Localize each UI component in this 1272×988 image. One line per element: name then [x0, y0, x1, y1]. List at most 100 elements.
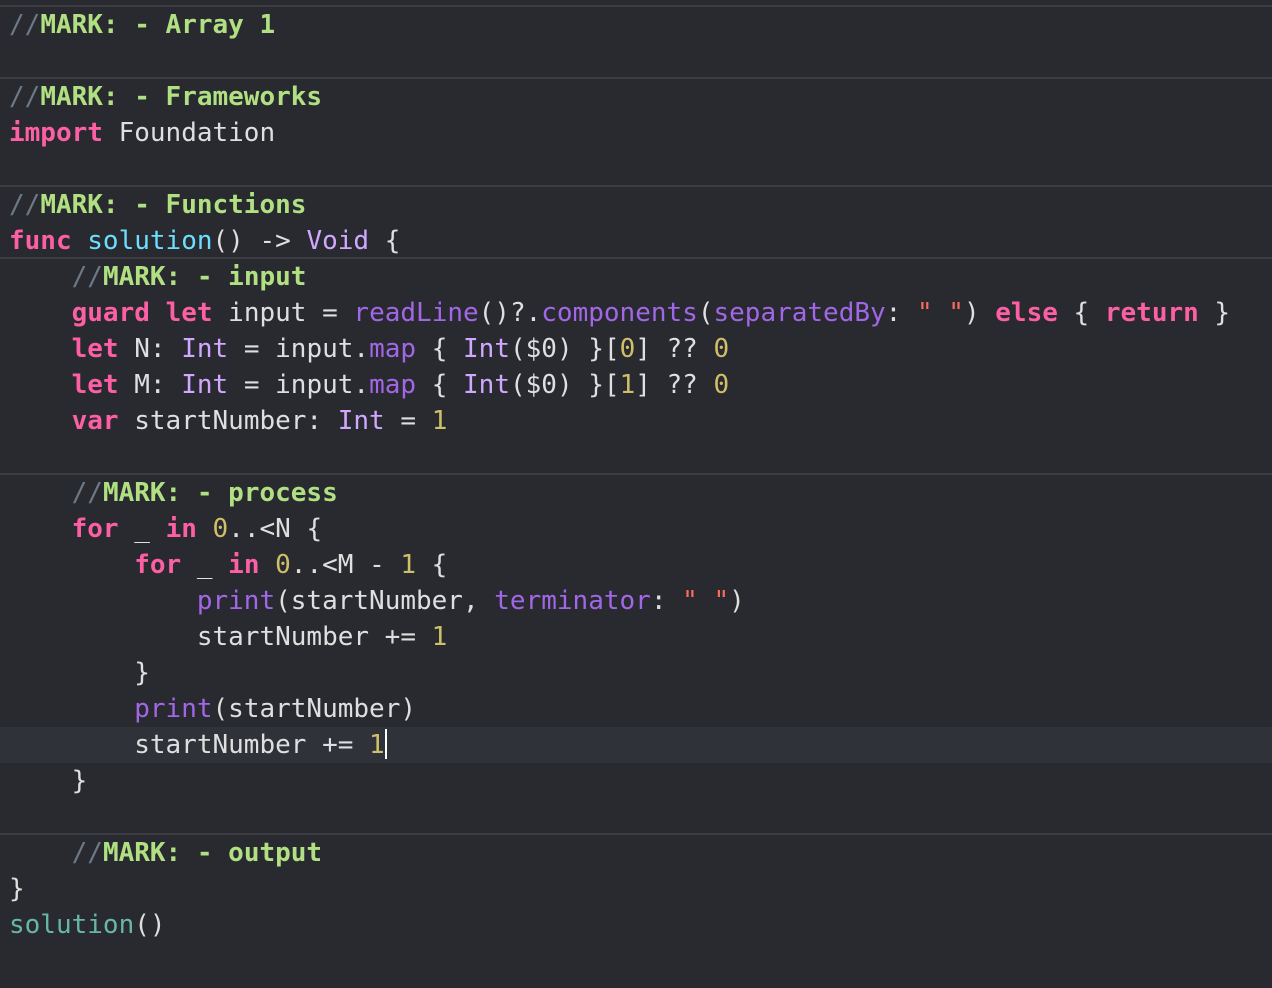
- code-line[interactable]: [0, 43, 1272, 79]
- code-line[interactable]: guard let input = readLine()?.components…: [0, 295, 1272, 331]
- code-editor[interactable]: //MARK: - Array 1//MARK: - Frameworks imp…: [0, 0, 1272, 988]
- code-token-number: 0: [713, 370, 730, 400]
- code-line[interactable]: for _ in 0..<M - 1 {: [0, 547, 1272, 583]
- code-token-type: Int: [181, 334, 229, 364]
- code-line[interactable]: }: [0, 871, 1272, 907]
- code-token-keyword: else: [995, 298, 1058, 328]
- code-token-plain: }: [9, 766, 88, 796]
- code-token-type: Int: [337, 406, 385, 436]
- code-line[interactable]: import Foundation: [0, 115, 1272, 151]
- code-line[interactable]: //MARK: - Array 1: [0, 7, 1272, 43]
- code-token-plain: () ->: [212, 226, 307, 256]
- code-token-mark-green: MARK: - output: [102, 838, 323, 868]
- code-token-function: terminator: [494, 586, 651, 616]
- code-line[interactable]: //MARK: - input: [0, 259, 1272, 295]
- code-token-number: 1: [369, 730, 385, 760]
- code-line[interactable]: [0, 799, 1272, 835]
- code-line-current[interactable]: startNumber += 1: [0, 727, 1272, 763]
- code-token-plain: startNumber +=: [9, 730, 370, 760]
- code-line[interactable]: solution(): [0, 907, 1272, 943]
- code-token-plain: ($0) }[: [509, 370, 620, 400]
- code-token-number: 1: [431, 622, 448, 652]
- code-token-plain: =: [384, 406, 432, 436]
- code-token-number: 1: [431, 406, 448, 436]
- code-token-number: 0: [619, 334, 636, 364]
- code-token-keyword: let: [71, 334, 119, 364]
- code-token-keyword: import: [9, 118, 103, 148]
- code-token-keyword: let: [165, 298, 213, 328]
- code-token-plain: (): [134, 910, 166, 940]
- code-token-plain: }: [9, 658, 150, 688]
- code-token-function: separatedBy: [713, 298, 886, 328]
- code-line[interactable]: let M: Int = input.map { Int($0) }[1] ??…: [0, 367, 1272, 403]
- code-line[interactable]: [0, 151, 1272, 187]
- code-token-plain: N:: [118, 334, 182, 364]
- code-token-plain: _: [118, 514, 166, 544]
- code-line[interactable]: [0, 439, 1272, 475]
- code-line[interactable]: print(startNumber): [0, 691, 1272, 727]
- code-token-string: " ": [682, 586, 730, 616]
- code-token-function: print: [196, 586, 276, 616]
- code-token-comment: //: [71, 262, 103, 292]
- code-token-keyword: func: [9, 226, 72, 256]
- code-token-keyword: in: [228, 550, 260, 580]
- code-line[interactable]: let N: Int = input.map { Int($0) }[0] ??…: [0, 331, 1272, 367]
- code-line[interactable]: //MARK: - process: [0, 475, 1272, 511]
- code-line[interactable]: }: [0, 655, 1272, 691]
- code-token-mark-green: MARK: - Frameworks: [40, 82, 323, 112]
- code-token-plain: (: [697, 298, 714, 328]
- code-token-plain: M:: [118, 370, 182, 400]
- code-token-comment: //: [71, 838, 103, 868]
- code-line[interactable]: }: [0, 763, 1272, 799]
- code-line[interactable]: //MARK: - Functions: [0, 187, 1272, 223]
- code-token-keyword: in: [165, 514, 197, 544]
- code-token-plain: ..<N {: [228, 514, 323, 544]
- code-token-plain: startNumber:: [118, 406, 338, 436]
- code-token-function: map: [369, 334, 417, 364]
- code-token-plain: {: [369, 226, 401, 256]
- code-line[interactable]: func solution() -> Void {: [0, 223, 1272, 259]
- code-token-keyword: return: [1104, 298, 1199, 328]
- text-cursor: [384, 728, 387, 759]
- code-token-type: Void: [306, 226, 370, 256]
- code-token-type: Int: [463, 370, 510, 400]
- code-token-plain: :: [885, 298, 917, 328]
- code-token-type: Int: [463, 334, 510, 364]
- code-line[interactable]: for _ in 0..<N {: [0, 511, 1272, 547]
- code-token-plain: }: [1198, 298, 1231, 328]
- code-token-function: readLine: [353, 298, 479, 328]
- code-token-number: 0: [713, 334, 730, 364]
- code-token-plain: _: [181, 550, 229, 580]
- code-line[interactable]: //MARK: - Frameworks: [0, 79, 1272, 115]
- code-token-number: 1: [400, 550, 417, 580]
- code-token-mark-green: MARK: - Functions: [40, 190, 307, 220]
- code-token-comment: //: [71, 478, 103, 508]
- code-token-plain: (startNumber,: [275, 586, 495, 616]
- code-line[interactable]: print(startNumber, terminator: " "): [0, 583, 1272, 619]
- code-line[interactable]: var startNumber: Int = 1: [0, 403, 1272, 439]
- code-token-comment: //: [9, 10, 41, 40]
- code-line[interactable]: //MARK: - output: [0, 835, 1272, 871]
- code-token-plain: ($0) }[: [509, 334, 620, 364]
- code-token-plain: ..<M -: [290, 550, 401, 580]
- code-token-keyword: for: [134, 550, 182, 580]
- code-token-function: print: [134, 694, 213, 724]
- code-token-mark-green: MARK: - input: [102, 262, 307, 292]
- code-line[interactable]: startNumber += 1: [0, 619, 1272, 655]
- code-token-plain: {: [1057, 298, 1105, 328]
- code-token-plain: {: [416, 334, 464, 364]
